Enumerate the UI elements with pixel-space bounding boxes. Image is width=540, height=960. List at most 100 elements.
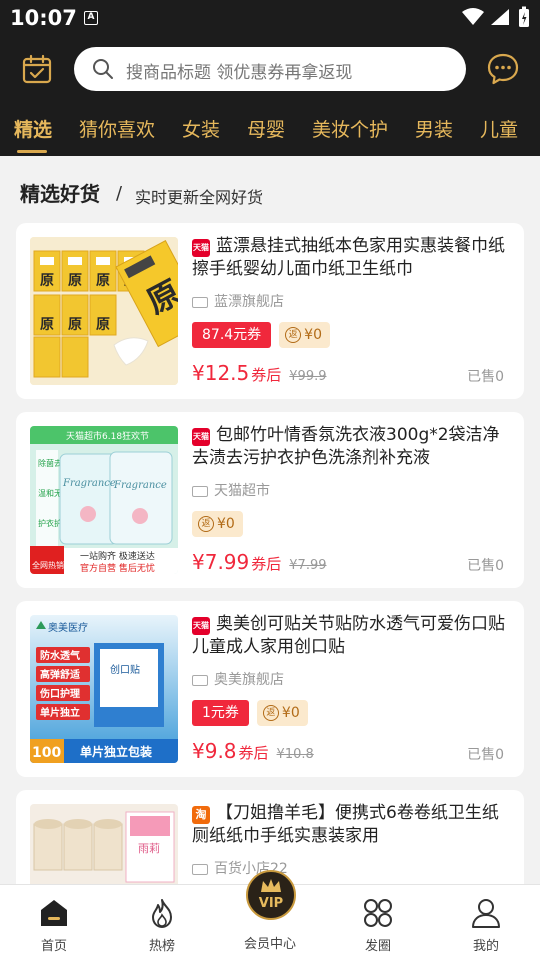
vip-label: VIP bbox=[258, 896, 284, 911]
status-bar: 10:07 A bbox=[0, 0, 540, 36]
store-icon bbox=[192, 674, 208, 686]
svg-text:单片独立包装: 单片独立包装 bbox=[80, 744, 152, 759]
price-line: ¥7.99 券后 ¥7.99 bbox=[192, 550, 327, 574]
section-separator: / bbox=[116, 183, 123, 204]
rebate-icon: 返 bbox=[285, 327, 302, 343]
header: 10:07 A 搜商品标题 领优惠券再拿返现 精选 猜你喜欢 女装 母婴 美妆个… bbox=[0, 0, 540, 156]
tab-beauty[interactable]: 美妆个护 bbox=[312, 115, 388, 142]
category-tabs: 精选 猜你喜欢 女装 母婴 美妆个护 男装 儿童 bbox=[0, 112, 540, 156]
product-image: 奥美医疗 防水透气 高弹舒适 伤口护理 单片独立 创口贴 100 单片独立包装 bbox=[30, 615, 178, 763]
store-label: 蓝漂旗舰店 bbox=[214, 294, 284, 310]
price-line: ¥9.8 券后 ¥10.8 bbox=[192, 739, 314, 763]
home-icon bbox=[41, 900, 67, 926]
price: ¥9.8 bbox=[192, 739, 237, 763]
svg-text:原: 原 bbox=[68, 273, 82, 289]
product-tags: 返 ¥0 bbox=[192, 511, 243, 537]
product-image: 天猫超市6.18狂欢节 除菌去污 温和无刺激 护衣护色 Fragrance Fr… bbox=[30, 426, 178, 574]
notification-icon: A bbox=[84, 11, 98, 25]
svg-text:创口贴: 创口贴 bbox=[110, 663, 140, 676]
sold-count: 已售0 bbox=[467, 558, 504, 574]
tab-kids[interactable]: 儿童 bbox=[480, 115, 518, 142]
svg-text:单片独立: 单片独立 bbox=[40, 706, 80, 719]
store-label: 奥美旗舰店 bbox=[214, 672, 284, 688]
product-title: 蓝漂悬挂式抽纸本色家用实惠装餐巾纸擦手纸婴幼儿面巾纸卫生纸巾 bbox=[192, 236, 505, 279]
sold-count: 已售0 bbox=[467, 747, 504, 763]
rebate-value: ¥0 bbox=[217, 516, 235, 532]
tab-womens[interactable]: 女装 bbox=[182, 115, 220, 142]
store-icon bbox=[192, 863, 208, 875]
section-subtitle: 实时更新全网好货 bbox=[135, 188, 264, 207]
product-card[interactable]: 奥美医疗 防水透气 高弹舒适 伤口护理 单片独立 创口贴 100 单片独立包装 … bbox=[16, 601, 524, 777]
store-name[interactable]: 天猫超市 bbox=[192, 480, 270, 500]
svg-text:原: 原 bbox=[96, 317, 110, 333]
svg-text:防水透气: 防水透气 bbox=[40, 649, 80, 662]
grid-icon bbox=[364, 899, 392, 927]
store-label: 天猫超市 bbox=[214, 483, 270, 499]
wifi-icon bbox=[462, 8, 484, 25]
svg-text:原: 原 bbox=[40, 317, 54, 333]
tab-featured[interactable]: 精选 bbox=[14, 115, 52, 142]
tab-hot-label: 热榜 bbox=[148, 939, 175, 954]
coupon-tag[interactable]: 87.4元券 bbox=[192, 322, 272, 348]
tab-mother-baby[interactable]: 母婴 bbox=[247, 115, 285, 142]
product-title: 奥美创可贴关节贴防水透气可爱伤口贴儿童成人家用创口贴 bbox=[192, 614, 505, 657]
price-suffix: 券后 bbox=[251, 555, 282, 573]
svg-text:Fragrance: Fragrance bbox=[113, 480, 167, 491]
rebate-icon: 返 bbox=[198, 516, 214, 532]
product-title: 包邮竹叶情香氛洗衣液300g*2袋洁净去渍去污护衣护色洗涤剂补充液 bbox=[192, 425, 500, 468]
tab-profile-label: 我的 bbox=[472, 939, 499, 954]
battery-icon bbox=[519, 6, 529, 27]
rebate-tag: 返 ¥0 bbox=[192, 511, 243, 537]
original-price: ¥99.9 bbox=[289, 369, 327, 384]
tab-home-label: 首页 bbox=[40, 939, 67, 954]
product-image: 原原原原 原原原 原 bbox=[30, 237, 178, 385]
price: ¥7.99 bbox=[192, 550, 250, 574]
tab-moments[interactable]: 发圈 bbox=[324, 885, 432, 960]
search-input[interactable]: 搜商品标题 领优惠券再拿返现 bbox=[74, 47, 466, 91]
price-suffix: 券后 bbox=[238, 744, 269, 762]
search-placeholder: 搜商品标题 领优惠券再拿返现 bbox=[126, 63, 353, 83]
tab-mens[interactable]: 男装 bbox=[415, 115, 453, 142]
tab-home[interactable]: 首页 bbox=[0, 885, 108, 960]
message-icon[interactable] bbox=[486, 52, 520, 86]
rebate-value: ¥0 bbox=[304, 327, 322, 343]
svg-text:雨莉: 雨莉 bbox=[138, 842, 160, 855]
product-tags: 1元券返 ¥0 bbox=[192, 700, 308, 726]
sold-count: 已售0 bbox=[467, 369, 504, 385]
svg-text:100: 100 bbox=[32, 745, 61, 761]
active-tab-indicator bbox=[17, 150, 47, 153]
coupon-tag[interactable]: 1元券 bbox=[192, 700, 249, 726]
svg-text:Fragrance: Fragrance bbox=[62, 478, 116, 489]
rebate-tag: 返 ¥0 bbox=[279, 322, 330, 348]
calendar-icon[interactable] bbox=[22, 54, 52, 84]
user-icon bbox=[472, 899, 500, 928]
svg-text:高弹舒适: 高弹舒适 bbox=[40, 668, 80, 681]
original-price: ¥10.8 bbox=[276, 747, 314, 762]
tab-hot[interactable]: 热榜 bbox=[108, 885, 216, 960]
store-icon bbox=[192, 485, 208, 497]
product-title: 【刀姐撸羊毛】便携式6卷卷纸卫生纸厕纸纸巾手纸实惠装家用 bbox=[192, 803, 499, 846]
product-card[interactable]: 天猫超市6.18狂欢节 除菌去污 温和无刺激 护衣护色 Fragrance Fr… bbox=[16, 412, 524, 588]
vip-center-button[interactable]: VIP bbox=[246, 870, 296, 920]
store-name[interactable]: 蓝漂旗舰店 bbox=[192, 291, 284, 311]
svg-text:官方自营 售后无忧: 官方自营 售后无忧 bbox=[80, 562, 155, 574]
price-line: ¥12.5 券后 ¥99.9 bbox=[192, 361, 327, 385]
store-name[interactable]: 奥美旗舰店 bbox=[192, 669, 284, 689]
price-suffix: 券后 bbox=[251, 366, 282, 384]
rebate-icon: 返 bbox=[262, 705, 279, 721]
crown-icon bbox=[261, 879, 281, 892]
svg-text:一站购齐 极速送达: 一站购齐 极速送达 bbox=[80, 550, 155, 562]
svg-text:伤口护理: 伤口护理 bbox=[39, 687, 80, 700]
product-tags: 87.4元券返 ¥0 bbox=[192, 322, 330, 348]
svg-text:原: 原 bbox=[96, 273, 110, 289]
price: ¥12.5 bbox=[192, 361, 250, 385]
rebate-value: ¥0 bbox=[281, 705, 300, 721]
search-icon bbox=[93, 59, 113, 79]
signal-icon bbox=[491, 9, 509, 25]
tab-profile[interactable]: 我的 bbox=[432, 885, 540, 960]
product-card[interactable]: 原原原原 原原原 原 天猫 蓝漂悬挂式抽纸本色家用实惠装餐巾纸擦手纸婴幼儿面巾纸… bbox=[16, 223, 524, 399]
tab-moments-label: 发圈 bbox=[364, 939, 391, 954]
svg-text:全网热销: 全网热销 bbox=[32, 560, 64, 570]
tab-guess-you-like[interactable]: 猜你喜欢 bbox=[79, 115, 155, 142]
store-icon bbox=[192, 296, 208, 308]
